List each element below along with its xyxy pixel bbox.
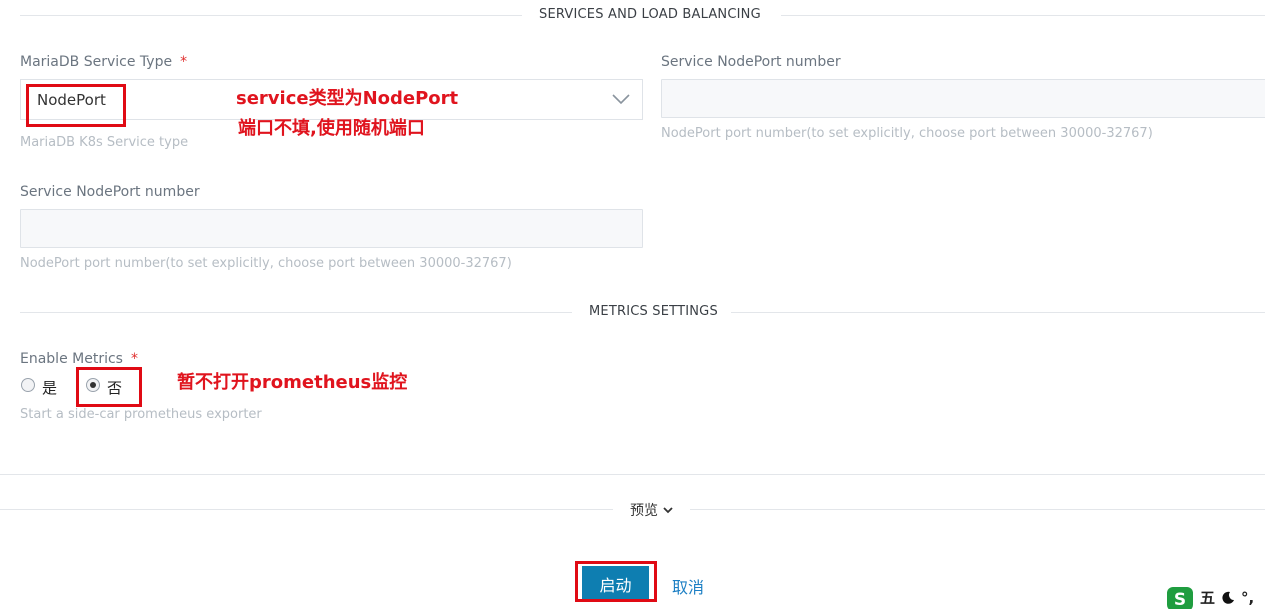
preview-divider-right (690, 509, 1265, 510)
section-title-metrics: METRICS SETTINGS (589, 304, 718, 319)
section-title-services: SERVICES AND LOAD BALANCING (539, 7, 761, 22)
nodeport-right-input[interactable] (661, 79, 1265, 118)
annotation-box-service-type (26, 84, 126, 127)
svg-text:S: S (1174, 590, 1186, 609)
annotation-metrics: 暂不打开prometheus监控 (177, 372, 408, 393)
moon-icon (1222, 591, 1235, 604)
nodeport-right-help: NodePort port number(to set explicitly, … (661, 126, 1153, 141)
annotation-service-type-line1: service类型为NodePort (236, 88, 459, 109)
nodeport-left-label: Service NodePort number (20, 184, 200, 200)
service-type-help: MariaDB K8s Service type (20, 135, 189, 150)
metrics-divider-right (731, 312, 1265, 313)
required-mark: * (130, 351, 138, 367)
preview-divider-left (0, 509, 613, 510)
annotation-box-metrics (76, 367, 142, 407)
ime-mode: 五 (1200, 589, 1216, 607)
required-mark: * (180, 54, 188, 70)
radio-metrics-yes[interactable] (21, 378, 35, 392)
service-type-label: MariaDB Service Type * (20, 54, 187, 70)
form-bottom-divider (0, 474, 1265, 475)
chevron-down-icon (612, 94, 630, 105)
enable-metrics-label-text: Enable Metrics (20, 351, 123, 367)
chevron-down-icon (663, 507, 673, 514)
annotation-box-launch (575, 561, 657, 602)
section-divider-right (781, 15, 1265, 16)
preview-toggle[interactable]: 预览 (630, 500, 674, 520)
cancel-link[interactable]: 取消 (672, 574, 704, 598)
nodeport-left-input[interactable] (20, 209, 643, 248)
section-divider-left (20, 15, 522, 16)
radio-metrics-yes-label[interactable]: 是 (42, 377, 57, 398)
enable-metrics-help: Start a side-car prometheus exporter (20, 407, 262, 422)
service-type-label-text: MariaDB Service Type (20, 54, 173, 70)
nodeport-right-label: Service NodePort number (661, 54, 841, 70)
annotation-service-type-line2: 端口不填,使用随机端口 (238, 118, 425, 139)
ime-logo-icon: S (1167, 587, 1193, 609)
ime-status-bar: S 五 °, (1166, 586, 1254, 609)
ime-punct: °, (1241, 588, 1255, 607)
metrics-divider-left (20, 312, 572, 313)
nodeport-left-help: NodePort port number(to set explicitly, … (20, 256, 512, 271)
preview-label: 预览 (630, 503, 658, 519)
enable-metrics-label: Enable Metrics * (20, 351, 138, 367)
